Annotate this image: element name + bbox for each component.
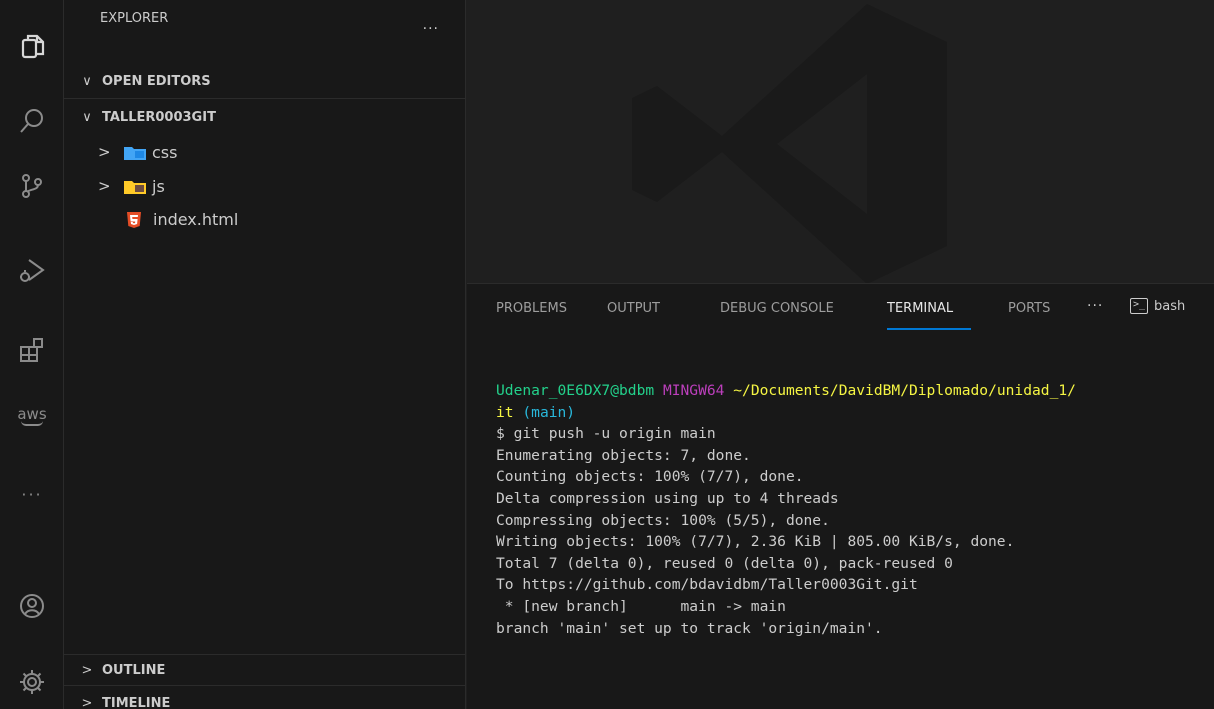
chevron-right-icon: > [98,143,111,161]
shell-label: bash [1154,298,1186,314]
terminal-line: branch 'main' set up to track 'origin/ma… [496,619,883,637]
outline-section[interactable]: > OUTLINE [64,656,466,684]
outline-label: OUTLINE [102,662,166,678]
explorer-title: EXPLORER [100,10,169,26]
tree-item-label: index.html [153,209,239,229]
panel-more-button[interactable]: ··· [1087,298,1103,314]
explorer-sidebar: EXPLORER ··· ∨ OPEN EDITORS ∨ TALLER0003… [64,0,466,709]
panel-tabs: PROBLEMS OUTPUT DEBUG CONSOLE TERMINAL P… [467,284,1214,332]
project-label: TALLER0003GIT [102,109,216,125]
terminal-line: To https://github.com/bdavidbm/Taller000… [496,576,918,594]
terminal-line: Delta compression using up to 4 threads [496,489,839,507]
tab-ports[interactable]: PORTS [1008,301,1050,316]
prompt-path: ~/Documents/DavidBM/Diplomado/unidad_1/ [733,382,1076,399]
prompt-path-cont: it [496,403,514,421]
settings-gear-icon[interactable] [0,654,64,709]
terminal-output[interactable]: Udenar_0E6DX7@bdbm MINGW64 ~/Documents/D… [496,380,1076,639]
activity-bar: aws ··· [0,0,64,709]
account-icon[interactable] [0,578,64,634]
divider [64,98,466,99]
tab-problems[interactable]: PROBLEMS [496,301,567,316]
open-editors-section[interactable]: ∨ OPEN EDITORS [64,67,466,95]
tab-debug-console[interactable]: DEBUG CONSOLE [720,301,834,316]
tab-output[interactable]: OUTPUT [607,301,660,316]
terminal-line: Counting objects: 100% (7/7), done. [496,468,804,486]
more-icon[interactable]: ··· [0,466,64,522]
chevron-right-icon: > [98,177,111,195]
chevron-right-icon: > [81,662,93,678]
terminal-line: Total 7 (delta 0), reused 0 (delta 0), p… [496,554,953,572]
editor-area [467,0,1214,283]
terminal-icon: >_ [1130,298,1148,314]
run-debug-icon[interactable] [0,242,64,298]
tree-item-label: js [152,176,165,196]
chevron-down-icon: ∨ [82,73,92,89]
tab-terminal[interactable]: TERMINAL [887,301,953,316]
prompt-user: Udenar_0E6DX7@bdbm [496,382,655,399]
tree-item-label: css [152,142,178,162]
timeline-label: TIMELINE [102,695,171,709]
terminal-line: Enumerating objects: 7, done. [496,446,751,464]
divider [64,685,466,686]
explorer-icon[interactable] [0,18,64,74]
tree-item-css[interactable]: > css [64,137,466,167]
project-section[interactable]: ∨ TALLER0003GIT [64,103,466,131]
prompt-branch: (main) [522,403,576,421]
prompt-env: MINGW64 [662,382,725,399]
extensions-icon[interactable] [0,322,64,378]
js-folder-icon [124,179,146,198]
html5-file-icon [126,212,142,232]
active-tab-indicator [887,328,971,330]
aws-label: aws [17,404,47,423]
search-icon[interactable] [0,93,64,149]
bottom-panel: PROBLEMS OUTPUT DEBUG CONSOLE TERMINAL P… [467,283,1214,709]
terminal-line: * [new branch] main -> main [496,597,786,615]
source-control-icon[interactable] [0,158,64,214]
more-label: ··· [21,484,43,504]
vscode-logo-icon [632,4,947,283]
tree-item-js[interactable]: > js [64,171,466,201]
chevron-right-icon: > [81,695,93,709]
aws-icon[interactable]: aws [0,388,64,444]
terminal-shell-selector[interactable]: >_ bash [1130,298,1185,314]
timeline-section[interactable]: > TIMELINE [64,689,466,709]
explorer-more-button[interactable]: ··· [423,22,439,36]
terminal-line: $ git push -u origin main [496,425,716,443]
terminal-line: Writing objects: 100% (7/7), 2.36 KiB | … [496,533,1015,551]
chevron-down-icon: ∨ [82,109,92,125]
tree-item-index-html[interactable]: index.html [64,204,466,234]
divider [64,654,466,655]
terminal-line: Compressing objects: 100% (5/5), done. [496,511,830,529]
open-editors-label: OPEN EDITORS [102,73,211,89]
css-folder-icon [124,145,146,164]
